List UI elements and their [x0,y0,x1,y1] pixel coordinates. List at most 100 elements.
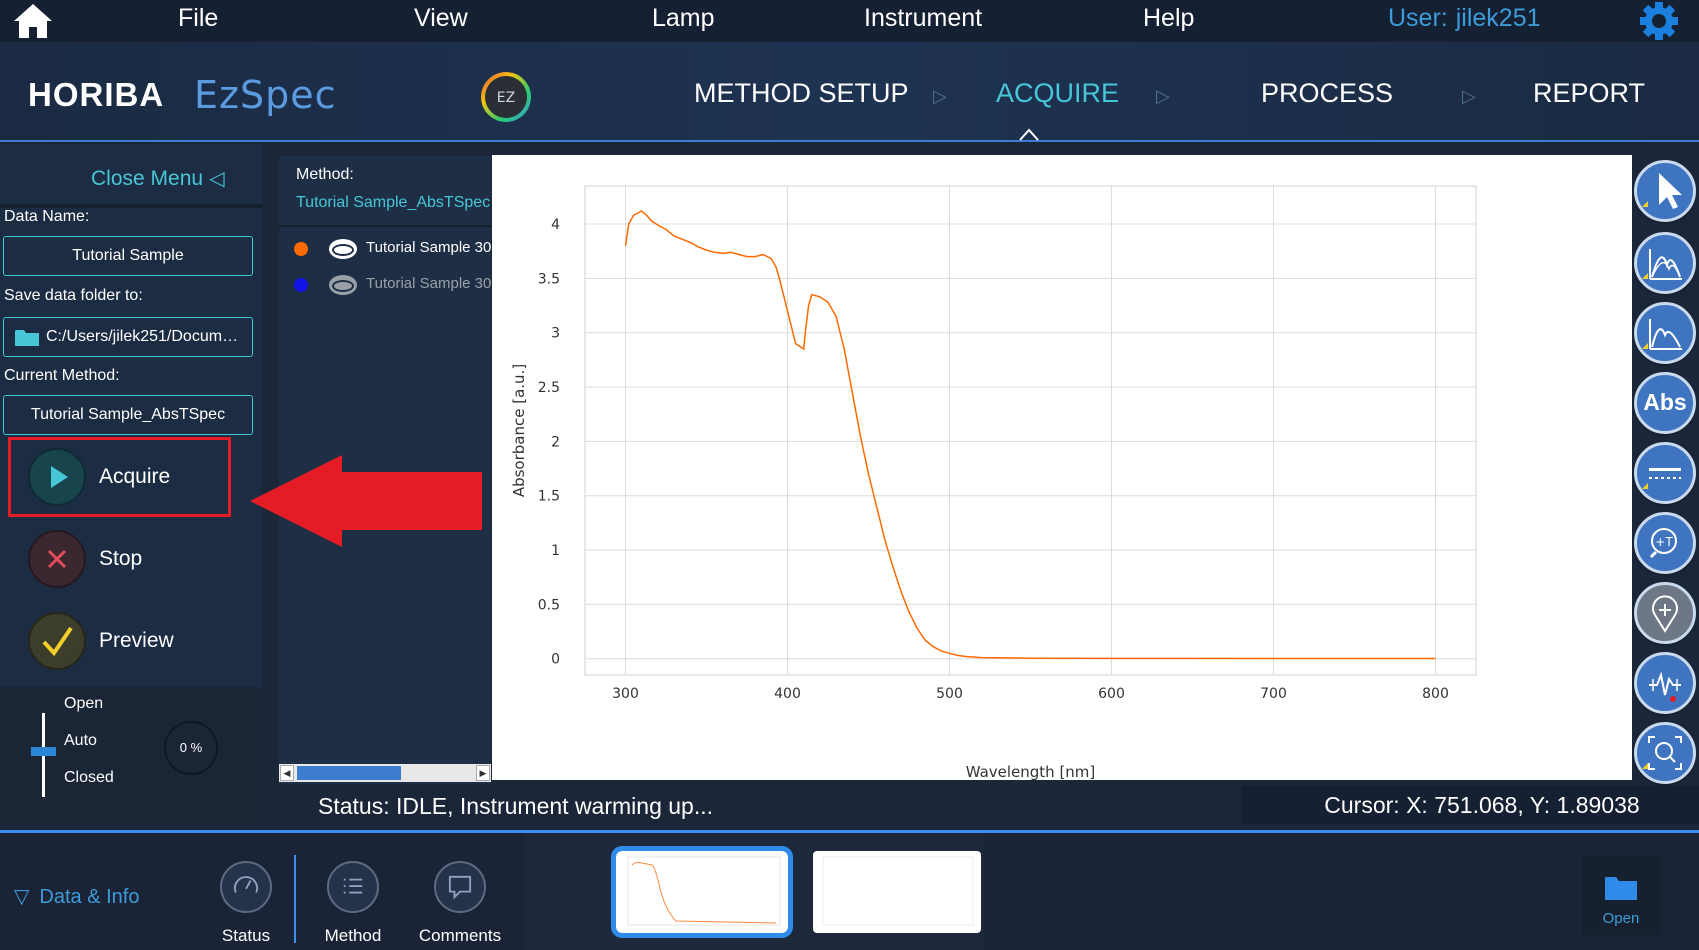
folder-open-icon [1605,877,1637,900]
scroll-left-icon[interactable]: ◀ [280,765,294,781]
peak-icon [1649,319,1682,350]
y-tick-label: 0 [551,652,560,668]
add-marker-tool-button[interactable] [1634,582,1696,644]
zoom-tool-button[interactable]: +T [1634,512,1696,574]
y-tick-label: 2 [551,434,560,450]
step-acquire[interactable]: ACQUIRE [996,78,1119,109]
checkmark-icon [28,612,86,670]
x-tick-label: 600 [1098,686,1125,702]
close-icon [28,530,86,588]
menu-lamp[interactable]: Lamp [652,4,715,33]
current-method-label: Current Method: [4,367,120,384]
scrollbar-thumb[interactable] [297,766,401,780]
thumbnail-empty-preview [822,856,974,926]
spectrum-chart[interactable]: 300 400 500 600 700 800 0 0.5 1 1.5 2 2.5 3 3.5 4 Wavel… [492,155,1632,780]
ez-badge-icon: EZ [481,72,531,122]
y-tick-label: 1.5 [538,489,560,505]
active-step-caret-icon [1019,128,1039,141]
baseline-icon [1649,468,1681,479]
method-name: Tutorial Sample_AbsTSpec [296,194,491,212]
menu-bar: File View Lamp Instrument Help User: jile… [0,0,1699,42]
eye-hidden-icon[interactable] [328,274,358,296]
menu-file[interactable]: File [178,4,218,33]
cursor-readout: Cursor: X: 751.068, Y: 1.89038 [1241,786,1699,824]
open-button[interactable]: Open [1582,855,1660,935]
preview-button[interactable]: Preview [27,611,227,671]
x-tick-label: 800 [1422,686,1449,702]
method-label: Method: [296,166,354,183]
series-color-dot [294,242,308,256]
baseline-tool-button[interactable] [1634,442,1696,504]
y-tick-label: 4 [551,217,560,233]
progress-indicator: 0 % [164,721,218,775]
svg-text:+T: +T [1655,535,1673,549]
close-menu-label: Close Menu [91,167,204,190]
series-name: Tutorial Sample 300-800 nm [366,239,491,256]
user-label: User: [1388,4,1448,32]
map-pin-icon [1652,595,1678,633]
status-tab[interactable]: Status [196,861,296,946]
gear-icon[interactable] [1636,1,1682,41]
home-icon[interactable] [12,2,54,40]
shutter-open-option[interactable]: Open [64,695,103,713]
comments-tab-label: Comments [418,926,502,945]
y-tick-label: 3.5 [538,271,560,287]
ez-badge-text: EZ [497,90,515,106]
peak-pick-tool-button[interactable] [1634,652,1696,714]
workflow-bar: HORIBA EzSpec EZ METHOD SETUP ▷ ACQUIRE … [0,42,1699,142]
shutter-control: Open Auto Closed 0 % [0,687,262,824]
shutter-auto-option[interactable]: Auto [64,732,97,750]
overlay-spectra-tool-button[interactable] [1634,232,1696,294]
close-menu-button[interactable]: Close Menu ◁ [91,166,224,191]
y-tick-label: 2.5 [538,380,560,396]
step-process[interactable]: PROCESS [1261,78,1393,109]
eye-icon[interactable] [328,238,358,260]
method-tab[interactable]: Method [303,861,403,946]
y-tick-label: 1 [551,543,560,559]
stop-button[interactable]: Stop [27,529,227,589]
single-spectrum-tool-button[interactable] [1634,302,1696,364]
signal-icon [1649,671,1681,702]
step-report[interactable]: REPORT [1533,78,1645,109]
data-thumbnail[interactable] [611,846,793,938]
series-row[interactable]: Tutorial Sample 300-800 nm [279,230,491,266]
series-row[interactable]: Tutorial Sample 300-800 nm [279,266,491,302]
bottom-bar: ▽ Data & Info Status Method Comments Ope… [0,830,1699,950]
zoom-fit-icon [1648,736,1682,770]
comments-tab[interactable]: Comments [410,861,510,946]
y-tick-label: 0.5 [538,597,560,613]
play-icon [28,448,86,506]
zoom-icon: +T [1649,528,1677,559]
method-tab-label: Method [324,926,382,945]
tool-corner-marker [1642,763,1648,769]
current-method-field[interactable]: Tutorial Sample_AbsTSpec [3,395,253,435]
save-folder-path: C:/Users/jilek251/Documents/EzSpec [46,328,253,345]
data-thumbnail[interactable] [813,851,981,933]
chart-canvas[interactable]: 300 400 500 600 700 800 0 0.5 1 1.5 2 2.5 3 3.5 4 Wavel… [492,155,1632,780]
list-icon [327,861,379,913]
collapse-left-icon: ◁ [209,168,225,190]
scroll-right-icon[interactable]: ▶ [476,765,490,781]
step-method-setup[interactable]: METHOD SETUP [694,78,909,109]
divider [294,855,296,943]
fit-view-tool-button[interactable] [1634,722,1696,784]
data-name-input[interactable]: Tutorial Sample [3,236,253,276]
horizontal-scrollbar[interactable]: ◀ ▶ [279,764,491,782]
data-info-toggle[interactable]: ▽ Data & Info [14,884,139,909]
save-folder-input[interactable]: C:/Users/jilek251/Documents/EzSpec [3,317,253,357]
menu-instrument[interactable]: Instrument [864,4,982,33]
menu-help[interactable]: Help [1143,4,1194,33]
acquire-button[interactable]: Acquire [27,447,227,507]
x-axis-label: Wavelength [nm] [966,763,1096,780]
ezspec-logo: EzSpec [194,73,337,117]
tool-corner-marker [1642,201,1648,207]
shutter-closed-option[interactable]: Closed [64,769,114,787]
menu-view[interactable]: View [414,4,468,33]
shutter-slider-thumb[interactable] [31,747,56,756]
pointer-tool-button[interactable] [1634,160,1696,222]
user-display[interactable]: User: jilek251 [1388,4,1541,33]
stop-label: Stop [99,547,143,570]
folder-icon [15,330,39,346]
chart-tools: Abs +T [1632,155,1699,784]
absorbance-mode-button[interactable]: Abs [1634,372,1696,434]
